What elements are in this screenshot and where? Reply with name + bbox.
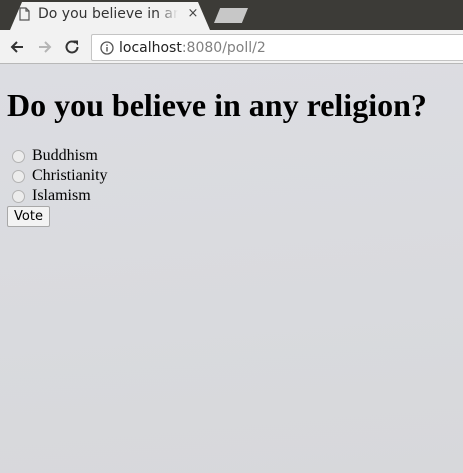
- new-tab-button[interactable]: [214, 8, 248, 23]
- url-text[interactable]: localhost:8080/poll/2: [119, 39, 266, 57]
- vote-button[interactable]: Vote: [7, 206, 50, 227]
- info-icon[interactable]: [100, 41, 114, 55]
- forward-arrow-icon[interactable]: [36, 38, 54, 56]
- poll-option-christianity[interactable]: Christianity: [12, 166, 108, 186]
- back-arrow-icon[interactable]: [8, 38, 26, 56]
- reload-icon[interactable]: [63, 38, 81, 56]
- poll-option-islamism[interactable]: Islamism: [12, 186, 91, 206]
- radio-button[interactable]: [12, 189, 25, 203]
- url-path: :8080/poll/2: [181, 40, 266, 56]
- page-content: Do you believe in any religion? Buddhism…: [0, 65, 463, 473]
- tab-title[interactable]: Do you believe in any religion?: [38, 6, 178, 24]
- option-label: Islamism: [32, 187, 91, 204]
- option-label: Christianity: [32, 167, 108, 184]
- page-icon: [19, 7, 30, 21]
- radio-button[interactable]: [12, 149, 25, 163]
- close-icon[interactable]: ×: [187, 7, 199, 21]
- poll-question: Do you believe in any religion?: [7, 87, 427, 123]
- address-bar[interactable]: localhost:8080/poll/2: [91, 34, 463, 61]
- radio-button[interactable]: [12, 169, 25, 183]
- option-label: Buddhism: [32, 147, 98, 164]
- url-host: localhost: [119, 40, 182, 56]
- browser-tab-strip: Do you believe in any religion? ×: [0, 0, 463, 30]
- poll-option-buddhism[interactable]: Buddhism: [12, 146, 98, 166]
